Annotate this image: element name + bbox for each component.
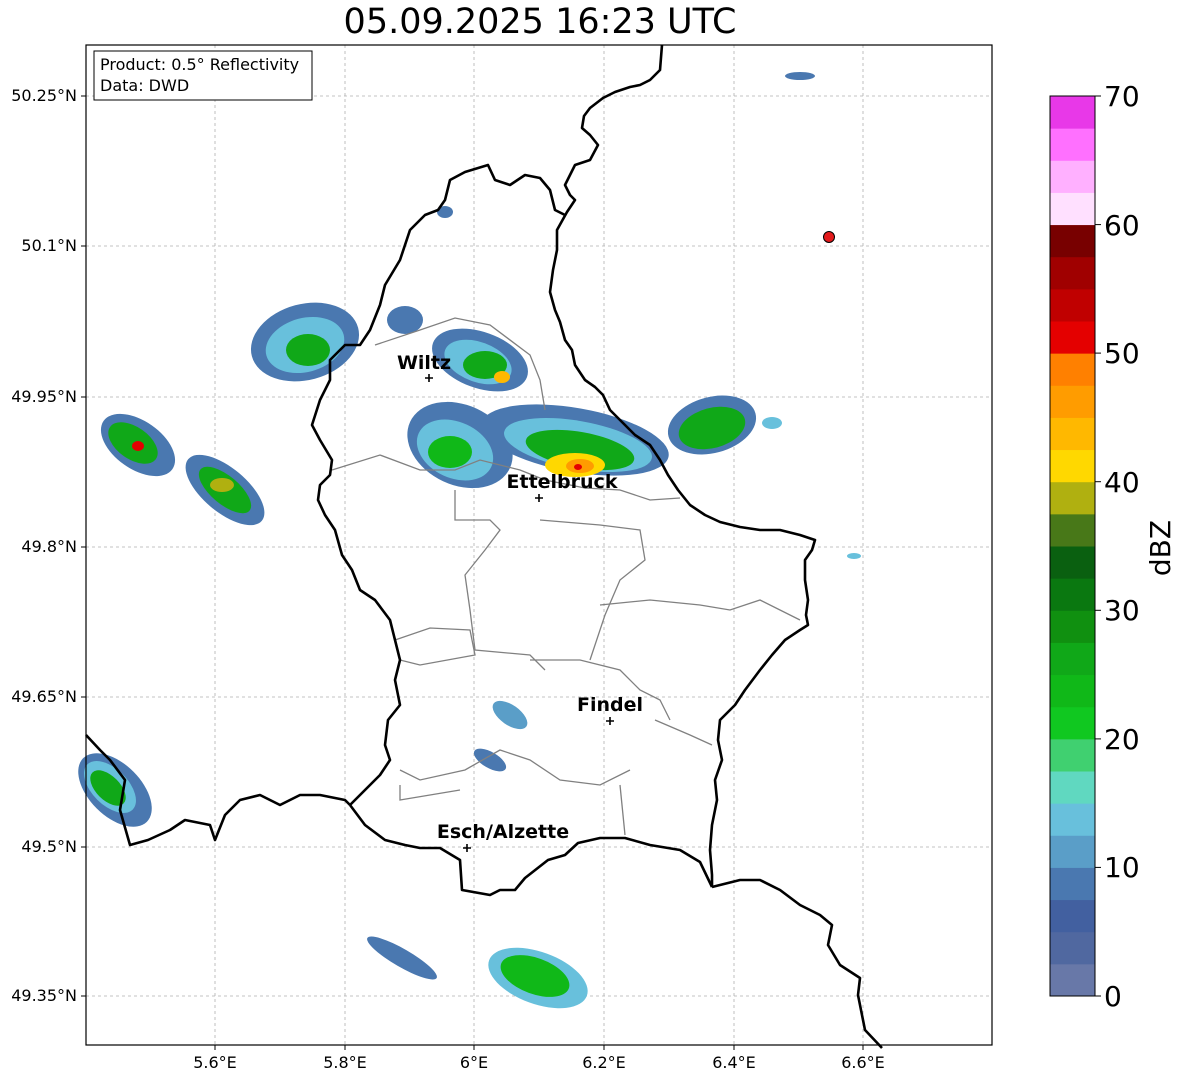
colorbar-tick-label: 20 — [1104, 723, 1140, 756]
city-label-wiltz: Wiltz — [397, 352, 451, 374]
colorbar-step — [1050, 771, 1095, 804]
colorbar-step — [1050, 578, 1095, 611]
colorbar-step — [1050, 417, 1095, 451]
colorbar-step — [1050, 256, 1095, 290]
y-tick-label: 49.8°N — [21, 537, 77, 556]
colorbar-step — [1050, 867, 1095, 901]
radar-echoes — [78, 72, 861, 1009]
colorbar-tick-label: 70 — [1104, 80, 1140, 113]
colorbar-tick-label: 0 — [1104, 980, 1122, 1013]
x-tick-label: 5.8°E — [323, 1053, 367, 1072]
colorbar-step — [1050, 192, 1095, 226]
colorbar-step — [1050, 449, 1095, 483]
gridlines — [86, 45, 992, 1045]
plot-frame — [85, 44, 993, 1046]
x-tick-label: 6.6°E — [841, 1053, 885, 1072]
colorbar-step — [1050, 674, 1095, 708]
info-product: Product: 0.5° Reflectivity — [100, 55, 299, 74]
y-axis: 50.25°N 50.1°N 49.95°N 49.8°N 49.65°N 49… — [11, 86, 86, 1005]
city-findel: Findel — [577, 694, 643, 725]
colorbar-step — [1050, 803, 1095, 836]
y-tick-label: 49.5°N — [21, 837, 77, 856]
y-tick-label: 49.95°N — [11, 387, 77, 406]
colorbar-step — [1050, 642, 1095, 676]
city-label-findel: Findel — [577, 694, 643, 716]
colorbar-steps — [1050, 96, 1095, 997]
colorbar-step — [1050, 835, 1095, 868]
y-tick-label: 50.1°N — [21, 236, 77, 255]
radar-site-marker — [823, 231, 835, 243]
colorbar-step — [1050, 160, 1095, 193]
colorbar-ticks: 0 10 20 30 40 50 60 70 — [1095, 80, 1140, 1013]
colorbar-step — [1050, 610, 1095, 643]
colorbar-step — [1050, 963, 1095, 997]
colorbar-label: dBZ — [1144, 520, 1177, 576]
colorbar-step — [1050, 224, 1095, 258]
colorbar-step — [1050, 513, 1095, 547]
colorbar-step — [1050, 288, 1095, 322]
colorbar-tick-label: 10 — [1104, 851, 1140, 884]
city-label-ettelbruck: Ettelbruck — [507, 471, 618, 493]
colorbar-step — [1050, 706, 1095, 740]
y-tick-label: 50.25°N — [11, 86, 77, 105]
colorbar-tick-label: 50 — [1104, 337, 1140, 370]
colorbar-step — [1050, 931, 1095, 965]
colorbar-tick-label: 60 — [1104, 209, 1140, 242]
colorbar-step — [1050, 738, 1095, 772]
x-tick-label: 6.4°E — [712, 1053, 756, 1072]
radar-map: Wiltz Ettelbruck Findel Esch/Alzette Pro… — [11, 44, 1177, 1072]
x-tick-label: 5.6°E — [193, 1053, 237, 1072]
colorbar-tick-label: 40 — [1104, 466, 1140, 499]
city-ettelbruck: Ettelbruck — [507, 471, 618, 502]
city-label-esch-alzette: Esch/Alzette — [437, 821, 569, 843]
colorbar-tick-label: 30 — [1104, 594, 1140, 627]
colorbar-step — [1050, 385, 1095, 418]
y-tick-label: 49.35°N — [11, 986, 77, 1005]
colorbar-step — [1050, 96, 1095, 129]
x-tick-label: 6.2°E — [582, 1053, 626, 1072]
x-axis: 5.6°E 5.8°E 6°E 6.2°E 6.4°E 6.6°E — [193, 1045, 885, 1072]
canton-boundaries — [331, 317, 801, 836]
colorbar-step — [1050, 899, 1095, 933]
colorbar-step — [1050, 546, 1095, 579]
city-wiltz: Wiltz — [397, 352, 451, 382]
colorbar-step — [1050, 481, 1095, 515]
colorbar-step — [1050, 128, 1095, 161]
x-tick-label: 6°E — [460, 1053, 488, 1072]
colorbar-step — [1050, 321, 1095, 354]
info-data-source: Data: DWD — [100, 76, 189, 95]
country-borders — [85, 44, 883, 1049]
y-tick-label: 49.65°N — [11, 687, 77, 706]
info-box: Product: 0.5° Reflectivity Data: DWD — [93, 50, 313, 101]
colorbar-step — [1050, 353, 1095, 386]
colorbar: 0 10 20 30 40 50 60 70 dBZ — [1049, 80, 1177, 1013]
